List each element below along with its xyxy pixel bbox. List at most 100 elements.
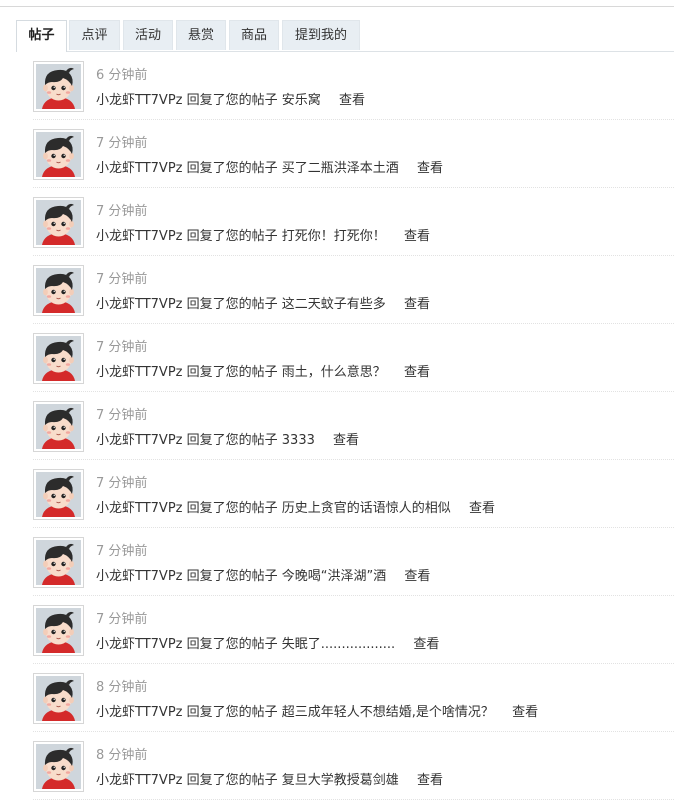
notification-text: 小龙虾TT7VPz 回复了您的帖子 3333 查看 [96, 429, 359, 448]
tab-activities[interactable]: 活动 [123, 20, 173, 50]
view-link[interactable]: 查看 [339, 93, 365, 108]
post-title-link[interactable]: 雨土，什么意思？ [282, 365, 386, 380]
action-text: 回复了您的帖子 [186, 365, 278, 380]
notification-time: 8 分钟前 [96, 680, 148, 695]
notification-text: 小龙虾TT7VPz 回复了您的帖子 这二天蚊子有些多 查看 [96, 293, 430, 312]
cartoon-boy-avatar-icon [36, 64, 81, 109]
post-title-link[interactable]: 安乐窝 [282, 93, 321, 108]
cartoon-boy-avatar-icon [36, 336, 81, 381]
user-link[interactable]: 小龙虾TT7VPz [96, 637, 182, 652]
avatar[interactable] [33, 537, 84, 588]
avatar[interactable] [33, 469, 84, 520]
user-link[interactable]: 小龙虾TT7VPz [96, 93, 182, 108]
notification-item: 8 分钟前 小龙虾TT7VPz 回复了您的帖子 超三成年轻人不想结婚,是个啥情况… [33, 664, 674, 732]
notification-item: 7 分钟前 小龙虾TT7VPz 回复了您的帖子 失眠了.............… [33, 596, 674, 664]
notification-item: 7 分钟前 小龙虾TT7VPz 回复了您的帖子 买了二瓶洪泽本土酒 查看 [33, 120, 674, 188]
action-text: 回复了您的帖子 [186, 161, 278, 176]
notification-time: 7 分钟前 [96, 408, 148, 423]
notification-text: 小龙虾TT7VPz 回复了您的帖子 今晚喝“洪泽湖”酒 查看 [96, 565, 430, 584]
avatar[interactable] [33, 605, 84, 656]
notification-time: 7 分钟前 [96, 612, 148, 627]
action-text: 回复了您的帖子 [186, 297, 278, 312]
notification-text: 小龙虾TT7VPz 回复了您的帖子 雨土，什么意思？ 查看 [96, 361, 430, 380]
user-link[interactable]: 小龙虾TT7VPz [96, 705, 182, 720]
notification-item: 7 分钟前 小龙虾TT7VPz 回复了您的帖子 雨土，什么意思？ 查看 [33, 324, 674, 392]
avatar[interactable] [33, 61, 84, 112]
view-link[interactable]: 查看 [469, 501, 495, 516]
post-title-link[interactable]: 这二天蚊子有些多 [282, 297, 386, 312]
avatar[interactable] [33, 197, 84, 248]
notification-item: 7 分钟前 小龙虾TT7VPz 回复了您的帖子 这二天蚊子有些多 查看 [33, 256, 674, 324]
view-link[interactable]: 查看 [417, 161, 443, 176]
user-link[interactable]: 小龙虾TT7VPz [96, 569, 182, 584]
user-link[interactable]: 小龙虾TT7VPz [96, 161, 182, 176]
notification-item: 7 分钟前 小龙虾TT7VPz 回复了您的帖子 历史上贪官的话语惊人的相似 查看 [33, 460, 674, 528]
notification-item: 7 分钟前 小龙虾TT7VPz 回复了您的帖子 今晚喝“洪泽湖”酒 查看 [33, 528, 674, 596]
user-link[interactable]: 小龙虾TT7VPz [96, 501, 182, 516]
avatar[interactable] [33, 401, 84, 452]
notification-item: 8 分钟前 小龙虾TT7VPz 回复了您的帖子 复旦大学教授葛剑雄 查看 [33, 732, 674, 800]
cartoon-boy-avatar-icon [36, 268, 81, 313]
notification-time: 6 分钟前 [96, 68, 148, 83]
view-link[interactable]: 查看 [404, 365, 430, 380]
notification-list: 6 分钟前 小龙虾TT7VPz 回复了您的帖子 安乐窝 查看 7 分钟前 小龙虾… [33, 52, 674, 800]
avatar[interactable] [33, 129, 84, 180]
action-text: 回复了您的帖子 [186, 229, 278, 244]
view-link[interactable]: 查看 [417, 773, 443, 788]
cartoon-boy-avatar-icon [36, 676, 81, 721]
notification-text: 小龙虾TT7VPz 回复了您的帖子 买了二瓶洪泽本土酒 查看 [96, 157, 443, 176]
notification-text: 小龙虾TT7VPz 回复了您的帖子 失眠了.................. … [96, 633, 439, 652]
user-link[interactable]: 小龙虾TT7VPz [96, 297, 182, 312]
user-link[interactable]: 小龙虾TT7VPz [96, 433, 182, 448]
notification-item: 7 分钟前 小龙虾TT7VPz 回复了您的帖子 3333 查看 [33, 392, 674, 460]
avatar[interactable] [33, 265, 84, 316]
action-text: 回复了您的帖子 [186, 705, 278, 720]
notification-time: 7 分钟前 [96, 272, 148, 287]
notification-item: 7 分钟前 小龙虾TT7VPz 回复了您的帖子 打死你！打死你！ 查看 [33, 188, 674, 256]
cartoon-boy-avatar-icon [36, 132, 81, 177]
cartoon-boy-avatar-icon [36, 744, 81, 789]
tab-bounties[interactable]: 悬赏 [176, 20, 226, 50]
tab-reviews[interactable]: 点评 [69, 20, 120, 50]
cartoon-boy-avatar-icon [36, 540, 81, 585]
user-link[interactable]: 小龙虾TT7VPz [96, 365, 182, 380]
tab-goods[interactable]: 商品 [229, 20, 279, 50]
notification-text: 小龙虾TT7VPz 回复了您的帖子 安乐窝 查看 [96, 89, 365, 108]
action-text: 回复了您的帖子 [186, 773, 278, 788]
post-title-link[interactable]: 买了二瓶洪泽本土酒 [282, 161, 399, 176]
notification-text: 小龙虾TT7VPz 回复了您的帖子 复旦大学教授葛剑雄 查看 [96, 769, 443, 788]
notification-text: 小龙虾TT7VPz 回复了您的帖子 超三成年轻人不想结婚,是个啥情况？ 查看 [96, 701, 538, 720]
notification-time: 7 分钟前 [96, 544, 148, 559]
tab-posts[interactable]: 帖子 [16, 20, 67, 52]
avatar[interactable] [33, 741, 84, 792]
view-link[interactable]: 查看 [512, 705, 538, 720]
notification-time: 7 分钟前 [96, 476, 148, 491]
post-title-link[interactable]: 超三成年轻人不想结婚,是个啥情况？ [282, 705, 494, 720]
post-title-link[interactable]: 打死你！打死你！ [282, 229, 386, 244]
post-title-link[interactable]: 3333 [282, 433, 315, 448]
user-link[interactable]: 小龙虾TT7VPz [96, 773, 182, 788]
post-title-link[interactable]: 复旦大学教授葛剑雄 [282, 773, 399, 788]
notification-text: 小龙虾TT7VPz 回复了您的帖子 历史上贪官的话语惊人的相似 查看 [96, 497, 495, 516]
view-link[interactable]: 查看 [404, 229, 430, 244]
notification-item: 6 分钟前 小龙虾TT7VPz 回复了您的帖子 安乐窝 查看 [33, 52, 674, 120]
tab-mentions[interactable]: 提到我的 [282, 20, 360, 50]
action-text: 回复了您的帖子 [186, 501, 278, 516]
view-link[interactable]: 查看 [404, 297, 430, 312]
action-text: 回复了您的帖子 [186, 93, 278, 108]
post-title-link[interactable]: 历史上贪官的话语惊人的相似 [282, 501, 451, 516]
avatar[interactable] [33, 673, 84, 724]
cartoon-boy-avatar-icon [36, 200, 81, 245]
avatar[interactable] [33, 333, 84, 384]
notification-text: 小龙虾TT7VPz 回复了您的帖子 打死你！打死你！ 查看 [96, 225, 430, 244]
post-title-link[interactable]: 失眠了.................. [282, 637, 395, 652]
action-text: 回复了您的帖子 [186, 637, 278, 652]
user-link[interactable]: 小龙虾TT7VPz [96, 229, 182, 244]
cartoon-boy-avatar-icon [36, 404, 81, 449]
post-title-link[interactable]: 今晚喝“洪泽湖”酒 [282, 569, 386, 584]
view-link[interactable]: 查看 [404, 569, 430, 584]
action-text: 回复了您的帖子 [186, 569, 278, 584]
view-link[interactable]: 查看 [413, 637, 439, 652]
notification-time: 7 分钟前 [96, 340, 148, 355]
view-link[interactable]: 查看 [333, 433, 359, 448]
